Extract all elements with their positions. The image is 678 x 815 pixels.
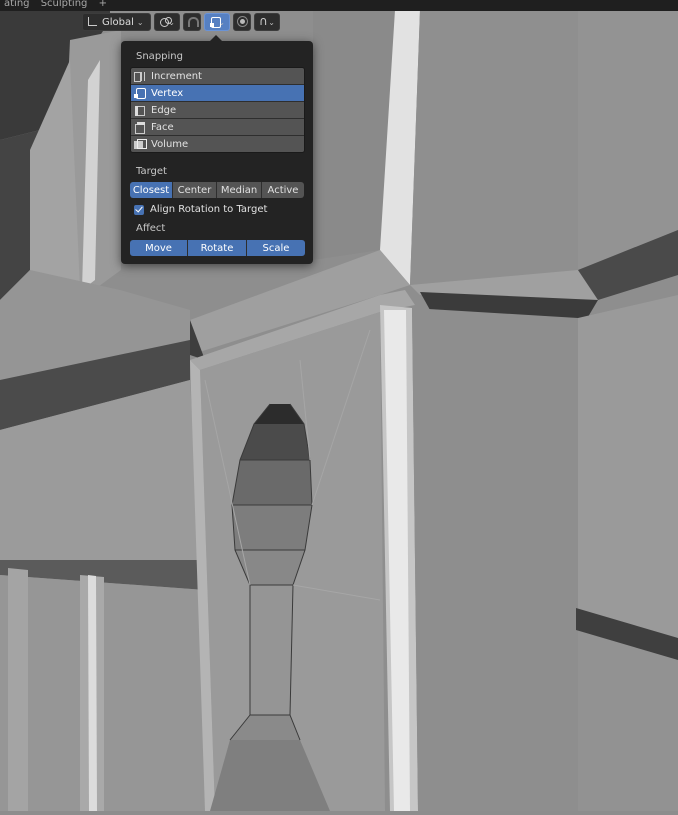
tab-layout-partial[interactable]: ating — [0, 0, 34, 9]
snap-item-increment[interactable]: Increment — [131, 68, 304, 85]
target-closest-button[interactable]: Closest — [130, 182, 173, 198]
transform-orientation-dropdown[interactable]: Global ⌄ — [82, 13, 151, 31]
snapping-popover: Snapping Increment Vertex Edge Face Volu… — [121, 35, 313, 264]
snap-affect-selector: Move Rotate Scale — [130, 240, 305, 256]
pivot-point-icon — [159, 16, 173, 28]
snap-item-label: Volume — [151, 138, 189, 150]
falloff-curve-icon — [259, 14, 268, 28]
edge-icon — [134, 105, 145, 116]
viewport-header-tools: Global ⌄ ⌄ ⌄ ⌄ — [82, 13, 280, 32]
snapping-heading: Snapping — [136, 51, 183, 62]
workspace-tab-bar: ating Sculpting + — [0, 0, 678, 11]
snap-item-volume[interactable]: Volume — [131, 136, 304, 152]
snap-item-vertex[interactable]: Vertex — [131, 85, 304, 102]
transform-orientation-label: Global — [102, 16, 134, 28]
snap-element-dropdown[interactable]: ⌄ — [204, 13, 230, 31]
chevron-down-icon: ⌄ — [268, 17, 275, 27]
add-workspace-button[interactable]: + — [95, 0, 111, 9]
affect-rotate-button[interactable]: Rotate — [188, 240, 247, 256]
target-heading: Target — [136, 166, 167, 177]
transform-orientation-icon — [87, 16, 99, 28]
chevron-down-icon: ⌄ — [136, 17, 144, 27]
tab-sculpting[interactable]: Sculpting — [37, 0, 92, 9]
proportional-falloff-dropdown[interactable]: ⌄ — [254, 13, 280, 31]
target-center-button[interactable]: Center — [173, 182, 217, 198]
snap-vertex-icon — [209, 16, 222, 28]
snap-item-edge[interactable]: Edge — [131, 102, 304, 119]
align-rotation-label: Align Rotation to Target — [150, 204, 268, 215]
3d-viewport[interactable] — [0, 0, 678, 811]
snap-toggle-button[interactable] — [183, 13, 201, 31]
snap-target-selector: Closest Center Median Active — [130, 182, 304, 198]
increment-icon — [134, 71, 145, 82]
affect-heading: Affect — [136, 223, 166, 234]
proportional-edit-icon — [237, 16, 248, 28]
affect-scale-button[interactable]: Scale — [247, 240, 305, 256]
target-active-button[interactable]: Active — [262, 182, 304, 198]
snap-element-list: Increment Vertex Edge Face Volume — [130, 67, 305, 153]
viewport-mesh — [0, 0, 678, 811]
pivot-point-dropdown[interactable]: ⌄ — [154, 13, 180, 31]
snap-item-label: Edge — [151, 104, 177, 116]
snap-item-label: Face — [151, 121, 174, 133]
affect-move-button[interactable]: Move — [130, 240, 188, 256]
snap-item-face[interactable]: Face — [131, 119, 304, 136]
volume-icon — [134, 138, 147, 150]
face-icon — [134, 121, 145, 134]
snap-magnet-icon — [186, 16, 199, 28]
target-median-button[interactable]: Median — [217, 182, 262, 198]
proportional-edit-toggle[interactable] — [233, 13, 251, 31]
align-rotation-option[interactable]: Align Rotation to Target — [134, 204, 267, 215]
snap-item-label: Vertex — [151, 87, 184, 99]
vertex-icon — [134, 87, 146, 99]
snap-item-label: Increment — [151, 70, 202, 82]
align-rotation-checkbox[interactable] — [134, 204, 144, 215]
